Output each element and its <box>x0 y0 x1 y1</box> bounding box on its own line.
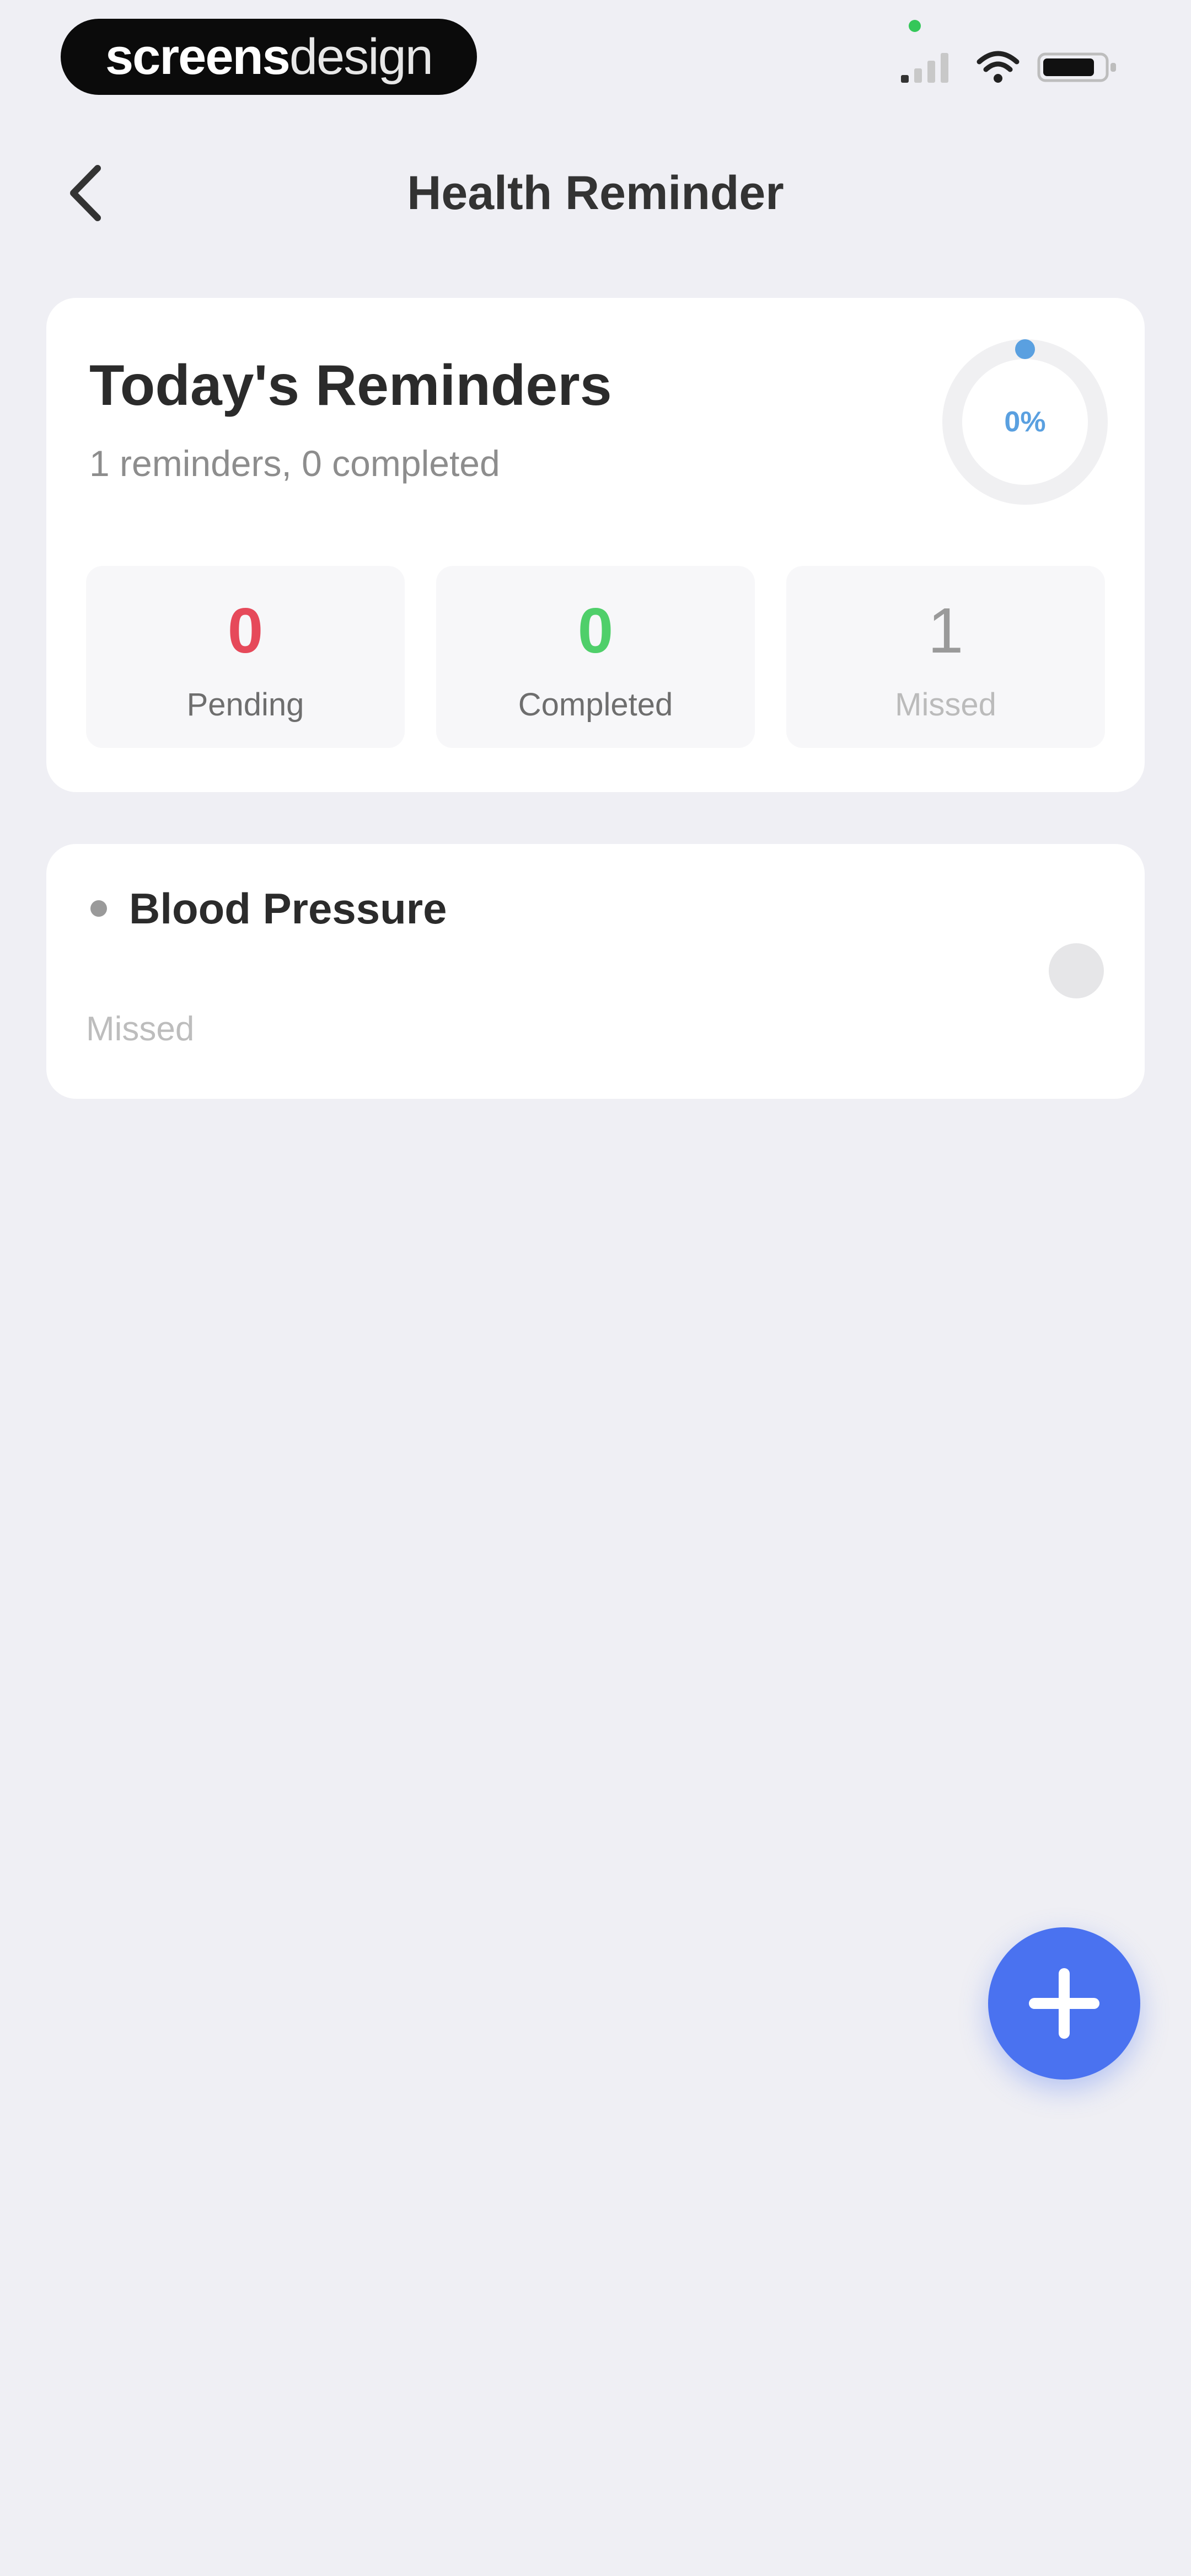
reminder-complete-toggle[interactable] <box>1049 943 1104 998</box>
reminder-bullet-icon <box>90 900 107 917</box>
brand-logo-light: design <box>289 28 433 85</box>
stat-pending-label: Pending <box>186 687 304 723</box>
stat-completed-label: Completed <box>518 687 673 723</box>
signal-icon <box>901 53 948 83</box>
plus-icon <box>1029 1968 1099 2039</box>
page-title: Health Reminder <box>407 167 784 220</box>
todays-reminders-card: Today's Reminders 1 reminders, 0 complet… <box>46 298 1145 792</box>
status-bar: screensdesign <box>0 0 1191 116</box>
reminder-item[interactable]: Blood Pressure Missed <box>46 844 1145 1099</box>
stat-missed-value: 1 <box>927 595 964 666</box>
brand-logo: screensdesign <box>105 28 433 86</box>
reminder-title: Blood Pressure <box>129 884 447 933</box>
stat-completed-value: 0 <box>577 595 614 666</box>
wifi-icon <box>977 51 1020 83</box>
add-reminder-button[interactable] <box>988 1927 1140 2080</box>
stat-pending: 0 Pending <box>86 566 405 748</box>
stat-completed: 0 Completed <box>436 566 755 748</box>
summary-title: Today's Reminders <box>89 354 612 418</box>
battery-icon <box>1037 52 1116 82</box>
brand-logo-bold: screens <box>105 28 291 85</box>
privacy-indicator-dot <box>909 20 921 32</box>
stat-missed: 1 Missed <box>786 566 1105 748</box>
app-screen: screensdesign Health Reminder Today's Re… <box>0 0 1191 2576</box>
progress-percent-label: 0% <box>1004 406 1046 438</box>
navigation-bar: Health Reminder <box>0 143 1191 243</box>
stats-row: 0 Pending 0 Completed 1 Missed <box>86 566 1105 748</box>
brand-badge: screensdesign <box>61 19 477 95</box>
stat-missed-label: Missed <box>895 687 996 723</box>
stat-pending-value: 0 <box>227 595 264 666</box>
reminder-status: Missed <box>86 1010 195 1048</box>
summary-subtitle: 1 reminders, 0 completed <box>89 443 500 484</box>
